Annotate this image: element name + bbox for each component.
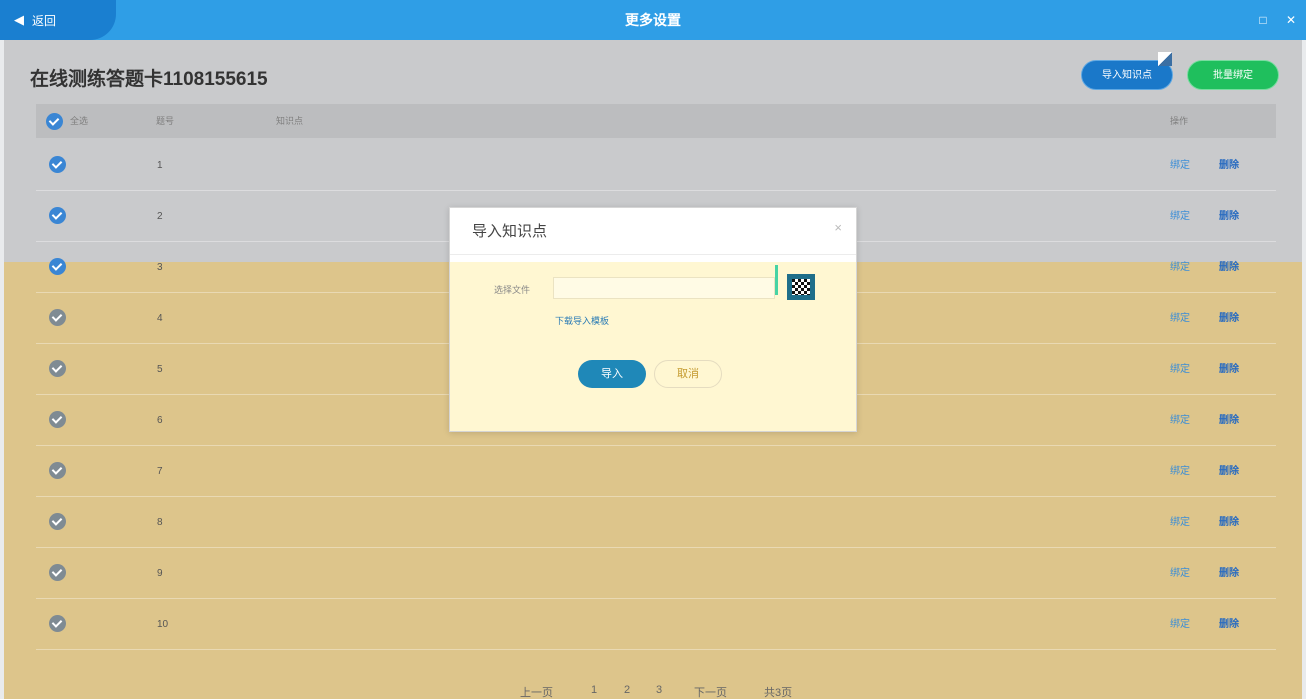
delete-link[interactable]: 删除 — [1219, 293, 1239, 344]
pager-page[interactable]: 2 — [624, 684, 630, 696]
delete-link[interactable]: 删除 — [1219, 242, 1239, 293]
row-checkbox-icon[interactable] — [49, 156, 66, 173]
back-label: 返回 — [32, 13, 57, 28]
delete-link[interactable]: 删除 — [1219, 191, 1239, 242]
pager-total: 共3页 — [764, 687, 793, 699]
table-row: 1 绑定 删除 — [36, 140, 1276, 191]
bind-link[interactable]: 绑定 — [1170, 395, 1190, 446]
back-button[interactable]: ◀ 返回 — [0, 0, 116, 40]
table-row: 9 绑定 删除 — [36, 548, 1276, 599]
back-arrow-icon: ◀ — [14, 12, 24, 27]
restore-icon[interactable]: □ — [1256, 13, 1270, 27]
header-knowledge-point: 知识点 — [276, 116, 304, 126]
row-number: 1 — [157, 160, 163, 171]
row-number: 9 — [157, 568, 163, 579]
row-checkbox-icon[interactable] — [49, 462, 66, 479]
row-number: 6 — [157, 415, 163, 426]
close-icon[interactable]: ✕ — [1284, 13, 1298, 27]
batch-bind-button[interactable]: 批量绑定 — [1187, 60, 1279, 90]
row-checkbox-icon[interactable] — [49, 360, 66, 377]
file-path-input[interactable] — [553, 277, 775, 299]
row-number: 7 — [157, 466, 163, 477]
corner-marker-icon — [1158, 52, 1172, 66]
table-header: 全选 题号 知识点 操作 — [36, 104, 1276, 138]
select-all-checkbox-icon[interactable] — [46, 113, 63, 130]
bind-link[interactable]: 绑定 — [1170, 446, 1190, 497]
bind-link[interactable]: 绑定 — [1170, 242, 1190, 293]
browse-file-button[interactable] — [787, 274, 815, 300]
delete-link[interactable]: 删除 — [1219, 599, 1239, 650]
page-title: 在线测练答题卡1108155615 — [30, 69, 268, 90]
table-row: 7 绑定 删除 — [36, 446, 1276, 497]
bind-link[interactable]: 绑定 — [1170, 497, 1190, 548]
window-controls: □ ✕ — [1256, 0, 1298, 40]
download-template-link[interactable]: 下载导入模板 — [555, 314, 609, 327]
bind-link[interactable]: 绑定 — [1170, 599, 1190, 650]
row-checkbox-icon[interactable] — [49, 309, 66, 326]
delete-link[interactable]: 删除 — [1219, 548, 1239, 599]
dialog-title: 导入知识点 — [472, 223, 548, 240]
import-confirm-button[interactable]: 导入 — [578, 360, 646, 388]
row-number: 4 — [157, 313, 163, 324]
row-number: 2 — [157, 211, 163, 222]
dialog-divider — [450, 254, 856, 255]
import-dialog: 导入知识点 × 选择文件 下载导入模板 导入 取消 — [449, 207, 857, 432]
pager-next[interactable]: 下一页 — [694, 684, 727, 699]
row-number: 10 — [157, 619, 169, 630]
title-bar: ◀ 返回 更多设置 □ ✕ — [0, 0, 1306, 40]
bind-link[interactable]: 绑定 — [1170, 191, 1190, 242]
bind-link[interactable]: 绑定 — [1170, 548, 1190, 599]
row-checkbox-icon[interactable] — [49, 258, 66, 275]
pager-prev[interactable]: 上一页 — [520, 684, 553, 699]
delete-link[interactable]: 删除 — [1219, 140, 1239, 191]
row-checkbox-icon[interactable] — [49, 513, 66, 530]
delete-link[interactable]: 删除 — [1219, 395, 1239, 446]
file-label: 选择文件 — [494, 285, 531, 295]
header-number: 题号 — [156, 116, 175, 126]
cancel-button[interactable]: 取消 — [654, 360, 722, 388]
row-checkbox-icon[interactable] — [49, 564, 66, 581]
bind-link[interactable]: 绑定 — [1170, 140, 1190, 191]
pager-page[interactable]: 1 — [591, 684, 597, 696]
delete-link[interactable]: 删除 — [1219, 446, 1239, 497]
row-number: 5 — [157, 364, 163, 375]
row-number: 8 — [157, 517, 163, 528]
input-edge-marker — [775, 265, 778, 295]
row-number: 3 — [157, 262, 163, 273]
header-select-all: 全选 — [70, 116, 89, 126]
delete-link[interactable]: 删除 — [1219, 344, 1239, 395]
window-title: 更多设置 — [625, 12, 681, 28]
dialog-close-icon[interactable]: × — [834, 220, 842, 235]
delete-link[interactable]: 删除 — [1219, 497, 1239, 548]
table-row: 10 绑定 删除 — [36, 599, 1276, 650]
row-checkbox-icon[interactable] — [49, 207, 66, 224]
checkered-file-icon — [792, 279, 810, 295]
row-checkbox-icon[interactable] — [49, 615, 66, 632]
table-row: 8 绑定 删除 — [36, 497, 1276, 548]
bind-link[interactable]: 绑定 — [1170, 344, 1190, 395]
pagination: 上一页 1 2 3 下一页 共3页 — [4, 680, 1302, 699]
header-operation: 操作 — [1170, 116, 1189, 126]
row-checkbox-icon[interactable] — [49, 411, 66, 428]
bind-link[interactable]: 绑定 — [1170, 293, 1190, 344]
pager-page[interactable]: 3 — [656, 684, 662, 696]
